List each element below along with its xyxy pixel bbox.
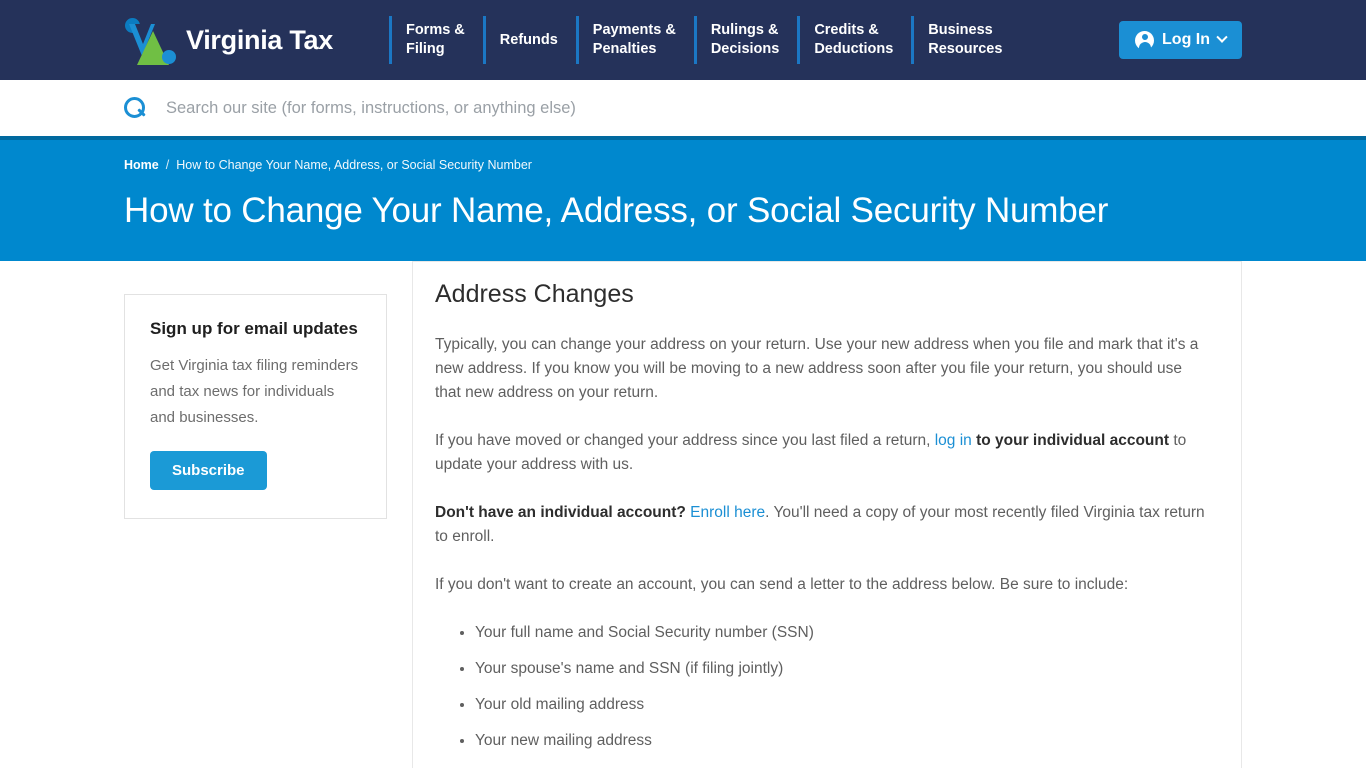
list-item: Your new mailing address — [475, 729, 1211, 753]
letter-requirements-list: Your full name and Social Security numbe… — [435, 621, 1211, 753]
section-heading-address-changes: Address Changes — [435, 280, 634, 308]
breadcrumb-current-page: How to Change Your Name, Address, or Soc… — [176, 158, 532, 172]
nav-item-business-resources[interactable]: Business Resources — [911, 16, 1020, 64]
individual-account-bold: to your individual account — [971, 432, 1170, 449]
nav-item-forms-filing[interactable]: Forms & Filing — [388, 16, 483, 64]
list-item: Your old mailing address — [475, 693, 1211, 717]
primary-nav: Forms & Filing Refunds Payments & Penalt… — [388, 16, 1020, 64]
paragraph-enroll: Don't have an individual account? Enroll… — [435, 501, 1211, 549]
paragraph-log-in: If you have moved or changed your addres… — [435, 429, 1211, 477]
breadcrumb-separator: / — [165, 158, 170, 172]
logo-circle-bottom-right — [162, 50, 176, 64]
list-item: Your full name and Social Security numbe… — [475, 621, 1211, 645]
page-title: How to Change Your Name, Address, or Soc… — [124, 191, 1109, 230]
nav-item-credits-deductions[interactable]: Credits & Deductions — [797, 16, 911, 64]
breadcrumb-home-link[interactable]: Home — [124, 158, 159, 172]
brand-name: Virginia Tax — [186, 24, 333, 55]
site-header: Virginia Tax Forms & Filing Refunds Paym… — [0, 0, 1366, 80]
page-body: Sign up for email updates Get Virginia t… — [0, 261, 1366, 768]
paragraph-log-in-before: If you have moved or changed your addres… — [435, 432, 935, 449]
site-search-bar — [0, 80, 1366, 136]
search-input[interactable] — [164, 97, 864, 119]
brand-logo[interactable]: Virginia Tax — [124, 15, 333, 65]
signup-card-body: Get Virginia tax filing reminders and ta… — [150, 357, 359, 426]
main-content: Address Changes Typically, you can chang… — [412, 261, 1242, 768]
user-circle-icon — [1135, 30, 1155, 51]
enroll-here-link[interactable]: Enroll here — [690, 504, 765, 521]
signup-card-title: Sign up for email updates — [150, 319, 358, 338]
breadcrumb: Home / How to Change Your Name, Address,… — [124, 156, 1242, 174]
paragraph-typically: Typically, you can change your address o… — [435, 336, 1199, 401]
nav-item-rulings-decisions[interactable]: Rulings & Decisions — [693, 16, 798, 64]
chevron-down-icon — [1216, 31, 1228, 43]
sidebar: Sign up for email updates Get Virginia t… — [124, 261, 412, 519]
no-account-question: Don't have an individual account? — [435, 504, 686, 521]
search-icon[interactable] — [124, 97, 146, 119]
page-banner: Home / How to Change Your Name, Address,… — [0, 136, 1366, 261]
virginia-tax-logo-icon — [124, 15, 176, 65]
paragraph-letter-intro: If you don't want to create an account, … — [435, 576, 1129, 593]
subscribe-button[interactable]: Subscribe — [150, 451, 267, 490]
log-in-link[interactable]: log in — [935, 432, 972, 449]
nav-item-payments-penalties[interactable]: Payments & Penalties — [575, 16, 694, 64]
nav-item-refunds[interactable]: Refunds — [482, 16, 576, 64]
log-in-button[interactable]: Log In — [1119, 21, 1242, 59]
log-in-label: Log In — [1162, 31, 1210, 48]
email-signup-card: Sign up for email updates Get Virginia t… — [124, 294, 387, 519]
list-item: Your spouse's name and SSN (if filing jo… — [475, 657, 1211, 681]
